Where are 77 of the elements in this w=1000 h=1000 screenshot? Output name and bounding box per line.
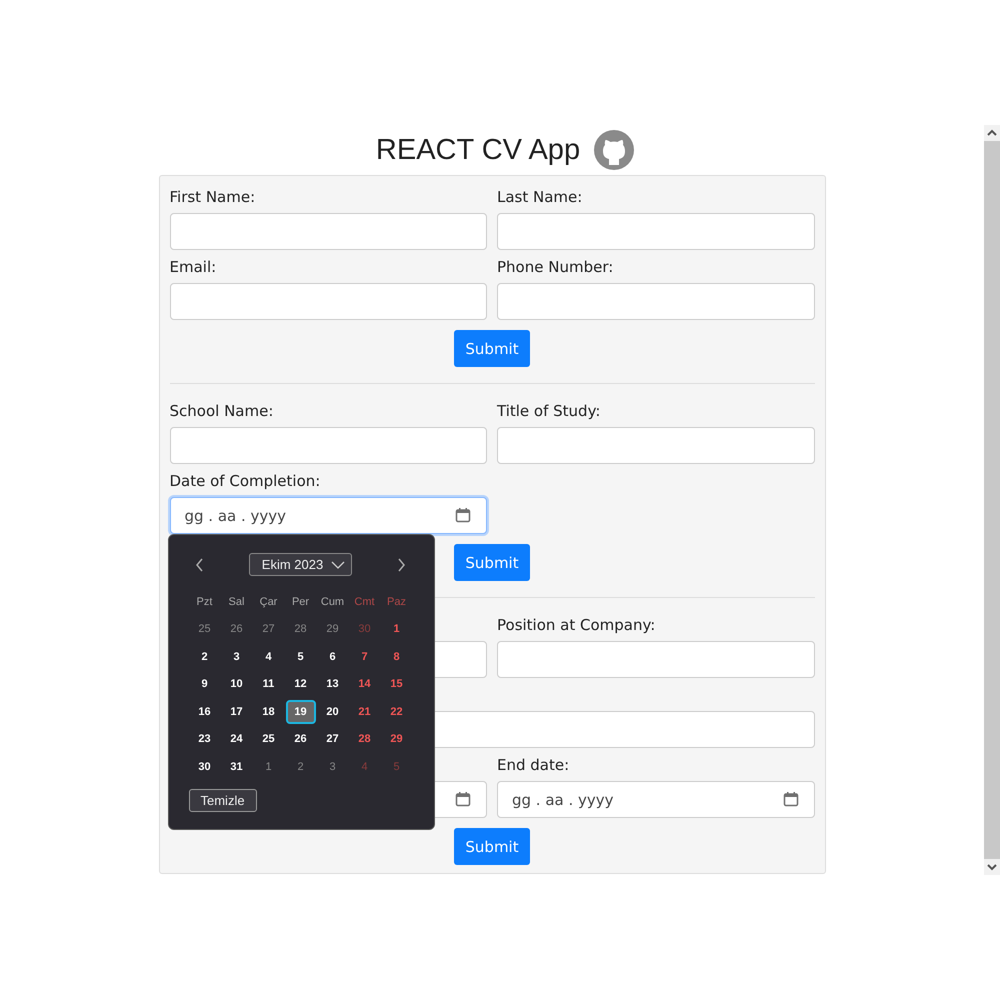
calendar-day[interactable]: 21 bbox=[358, 706, 372, 718]
calendar-day[interactable]: 31 bbox=[230, 760, 244, 773]
calendar-icon[interactable] bbox=[455, 507, 471, 523]
field-label: Position at Company: bbox=[497, 615, 656, 636]
calendar-day[interactable]: 25 bbox=[262, 733, 276, 746]
clear-button[interactable]: Temizle bbox=[188, 788, 257, 812]
calendar-icon[interactable] bbox=[455, 791, 471, 807]
calendar-day[interactable]: 2 bbox=[294, 760, 308, 773]
date-field[interactable]: gg . aa . yyyy bbox=[497, 781, 814, 818]
calendar-day[interactable]: 12 bbox=[294, 678, 308, 690]
field-label: Date of Completion: bbox=[170, 471, 320, 492]
calendar-day[interactable]: 27 bbox=[326, 733, 340, 746]
calendar-day[interactable]: 3 bbox=[326, 760, 340, 773]
calendar-day[interactable]: 29 bbox=[390, 733, 404, 746]
calendar-day[interactable]: 15 bbox=[390, 678, 404, 690]
weekday-label: Sal bbox=[228, 596, 244, 608]
calendar-day[interactable]: 14 bbox=[358, 678, 372, 690]
weekday-label: Cum bbox=[320, 596, 344, 608]
text-field[interactable] bbox=[170, 427, 487, 464]
calendar-day[interactable]: 2 bbox=[198, 650, 212, 663]
field-label: End date: bbox=[497, 755, 570, 776]
calendar-day[interactable]: 19 bbox=[286, 700, 316, 724]
weekday-label: Çar bbox=[260, 596, 278, 608]
calendar-day[interactable]: 29 bbox=[326, 623, 340, 636]
submit-button[interactable]: Submit bbox=[454, 330, 530, 367]
calendar-day[interactable]: 8 bbox=[390, 650, 404, 663]
date-field[interactable]: gg . aa . yyyy bbox=[170, 497, 487, 534]
calendar-day[interactable]: 7 bbox=[358, 650, 372, 663]
calendar-day[interactable]: 18 bbox=[262, 706, 276, 718]
previous-month-icon[interactable] bbox=[194, 558, 204, 572]
month-select[interactable]: Ekim 2023 bbox=[248, 553, 352, 576]
field-label: School Name: bbox=[170, 401, 274, 422]
text-field[interactable] bbox=[497, 213, 814, 250]
field-label: Phone Number: bbox=[497, 257, 614, 278]
calendar-day[interactable]: 17 bbox=[230, 706, 244, 718]
calendar-day[interactable]: 9 bbox=[198, 678, 212, 690]
calendar-day[interactable]: 23 bbox=[198, 733, 212, 746]
calendar-day[interactable]: 22 bbox=[390, 706, 404, 718]
calendar-day[interactable]: 1 bbox=[390, 623, 404, 636]
calendar-day[interactable]: 26 bbox=[294, 733, 308, 746]
weekday-label: Pzt bbox=[196, 596, 212, 608]
text-field[interactable] bbox=[497, 427, 814, 464]
text-field[interactable] bbox=[170, 283, 487, 320]
field-label: Email: bbox=[170, 257, 216, 278]
weekday-label: Paz bbox=[387, 596, 406, 608]
field-label: Last Name: bbox=[497, 187, 582, 208]
app-title: REACT CV App bbox=[376, 134, 580, 166]
github-icon[interactable] bbox=[594, 130, 634, 170]
calendar-day[interactable]: 25 bbox=[198, 623, 212, 636]
calendar-day[interactable]: 1 bbox=[262, 760, 276, 773]
calendar-day[interactable]: 28 bbox=[294, 623, 308, 636]
calendar-day[interactable]: 20 bbox=[326, 706, 340, 718]
calendar-day[interactable]: 30 bbox=[198, 760, 212, 773]
calendar-day[interactable]: 13 bbox=[326, 678, 340, 690]
calendar-day[interactable]: 10 bbox=[230, 678, 244, 690]
weekday-label: Cmt bbox=[354, 596, 375, 608]
calendar-icon[interactable] bbox=[782, 791, 798, 807]
submit-button[interactable]: Submit bbox=[454, 544, 530, 581]
weekday-label: Per bbox=[292, 596, 310, 608]
field-label: First Name: bbox=[170, 187, 256, 208]
calendar-day[interactable]: 24 bbox=[230, 733, 244, 746]
text-field[interactable] bbox=[170, 213, 487, 250]
calendar-day[interactable]: 3 bbox=[230, 650, 244, 663]
calendar-day[interactable]: 4 bbox=[262, 650, 276, 663]
next-month-icon[interactable] bbox=[396, 558, 406, 572]
calendar-day[interactable]: 6 bbox=[326, 650, 340, 663]
calendar-day[interactable]: 28 bbox=[358, 733, 372, 746]
calendar-day[interactable]: 26 bbox=[230, 623, 244, 636]
field-label: Title of Study: bbox=[497, 401, 600, 422]
chevron-down-icon bbox=[331, 560, 346, 568]
text-field[interactable] bbox=[497, 641, 814, 678]
calendar-day[interactable]: 16 bbox=[198, 706, 212, 718]
text-field[interactable] bbox=[497, 283, 814, 320]
submit-button[interactable]: Submit bbox=[454, 828, 530, 865]
calendar-day[interactable]: 27 bbox=[262, 623, 276, 636]
calendar-day[interactable]: 11 bbox=[262, 678, 276, 690]
calendar-day[interactable]: 5 bbox=[294, 650, 308, 663]
